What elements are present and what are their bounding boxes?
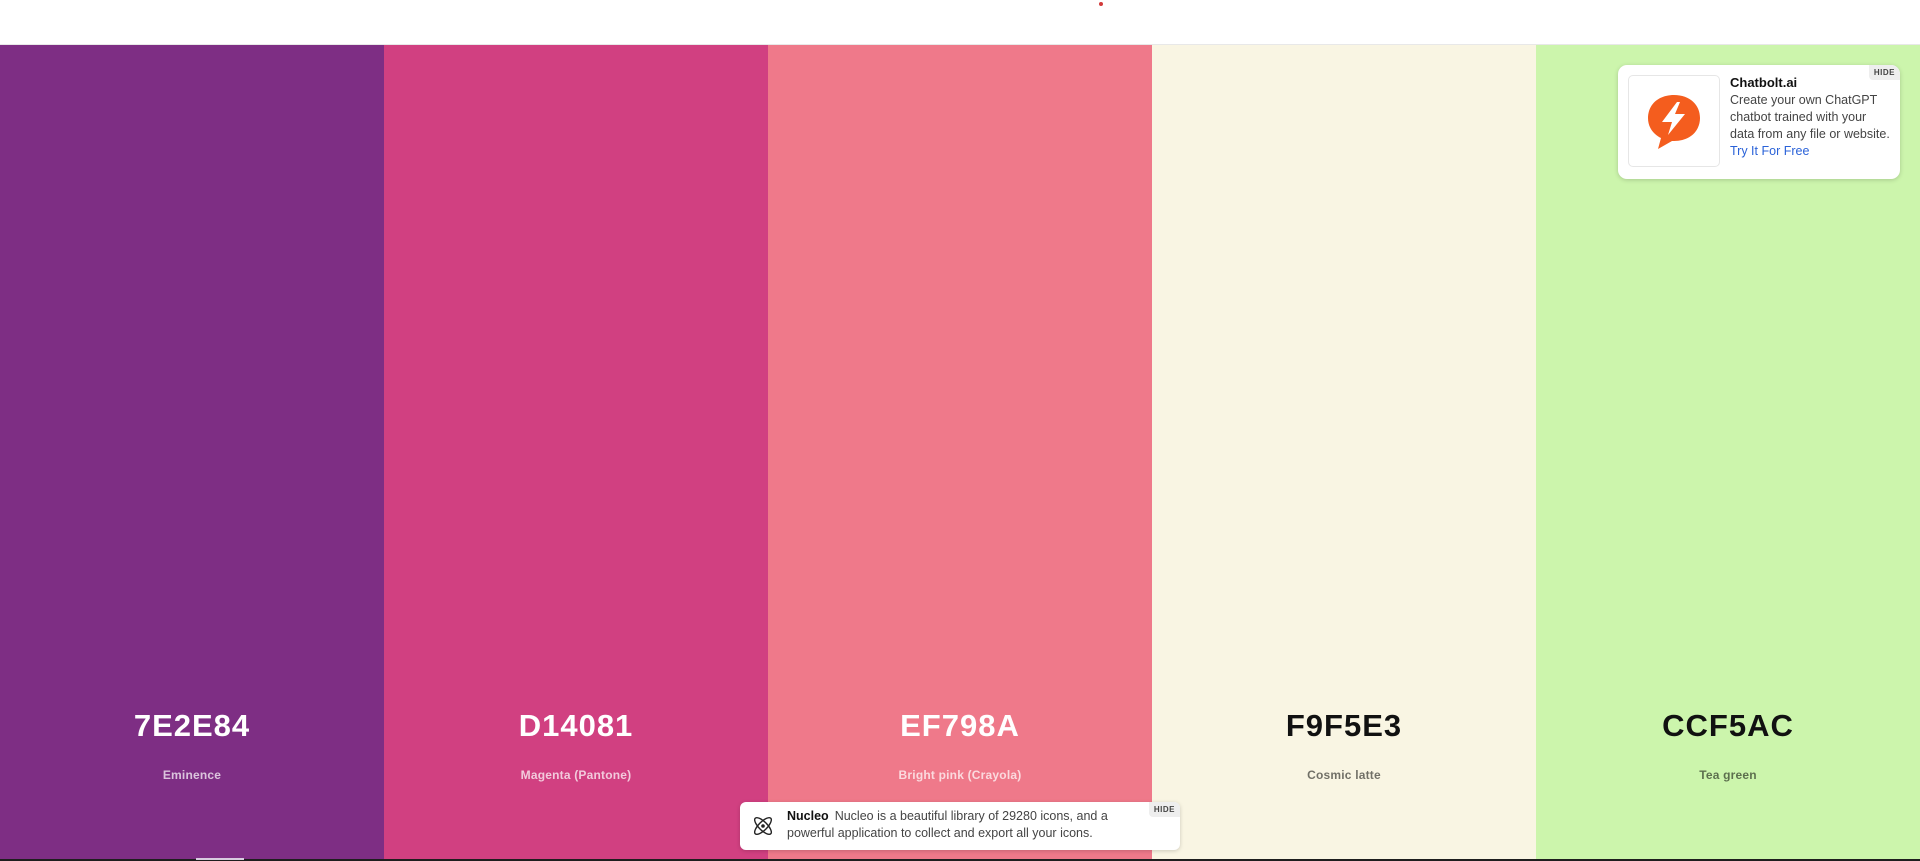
top-bar <box>0 0 1920 45</box>
loading-dot <box>1099 2 1103 6</box>
hex-code[interactable]: F9F5E3 <box>1152 706 1536 746</box>
color-swatch-3[interactable]: EF798A Bright pink (Crayola) <box>768 45 1152 861</box>
ad-brand-name[interactable]: Chatbolt.ai <box>1730 75 1797 90</box>
hex-code[interactable]: 7E2E84 <box>0 706 384 746</box>
color-swatch-2[interactable]: D14081 Magenta (Pantone) <box>384 45 768 861</box>
color-swatch-1[interactable]: 7E2E84 Eminence <box>0 45 384 861</box>
hex-code[interactable]: EF798A <box>768 706 1152 746</box>
nucleo-brand-name[interactable]: Nucleo <box>787 809 829 823</box>
chatbolt-ad-card[interactable]: Chatbolt.ai Create your own ChatGPT chat… <box>1618 65 1900 179</box>
color-name: Eminence <box>162 768 222 782</box>
color-name: Tea green <box>1699 768 1757 782</box>
nucleo-ad-text: Nucleo Nucleo is a beautiful library of 2… <box>787 808 1132 842</box>
ad-description: Create your own ChatGPT chatbot trained … <box>1730 92 1890 160</box>
active-swatch-indicator <box>196 858 244 860</box>
ad-cta-link[interactable]: Try It For Free <box>1730 144 1809 158</box>
hex-code[interactable]: CCF5AC <box>1536 706 1920 746</box>
nucleo-description: Nucleo is a beautiful library of 29280 i… <box>787 809 1108 840</box>
color-name: Magenta (Pantone) <box>520 768 632 782</box>
ad-hide-button[interactable]: HIDE <box>1868 65 1900 80</box>
lightning-chat-bubble-icon <box>1648 95 1700 149</box>
ad-description-text: Create your own ChatGPT chatbot trained … <box>1730 93 1890 141</box>
hex-code[interactable]: D14081 <box>384 706 768 746</box>
color-name: Cosmic latte <box>1307 768 1381 782</box>
nucleo-hide-button[interactable]: HIDE <box>1148 802 1180 817</box>
ad-logo[interactable] <box>1628 75 1720 167</box>
color-name: Bright pink (Crayola) <box>898 768 1022 782</box>
nucleo-ad-bar[interactable]: Nucleo Nucleo is a beautiful library of 2… <box>740 802 1180 850</box>
atom-icon <box>753 816 773 836</box>
color-swatch-4[interactable]: F9F5E3 Cosmic latte <box>1152 45 1536 861</box>
